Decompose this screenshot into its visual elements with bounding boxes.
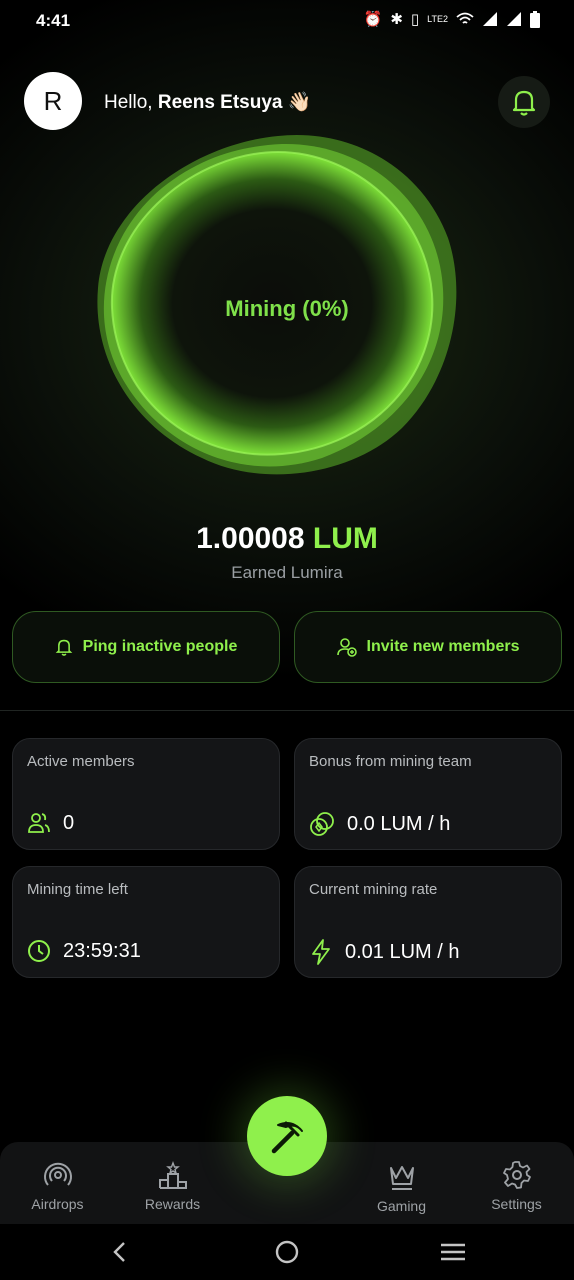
nav-label: Gaming	[376, 1198, 427, 1214]
card-title: Active members	[27, 753, 135, 770]
greeting-prefix: Hello,	[104, 92, 158, 113]
bonus-card: Bonus from mining team 0.0 LUM / h	[294, 738, 562, 850]
greeting: Hello, Reens Etsuya 👋🏻	[104, 90, 311, 114]
ping-inactive-button[interactable]: Ping inactive people	[12, 611, 280, 683]
status-bar: 4:41 ⏰ ✱ ▯ LTE2	[0, 0, 574, 44]
add-user-icon	[336, 638, 357, 657]
coins-icon	[310, 812, 334, 836]
nav-label: Rewards	[144, 1196, 201, 1212]
status-time: 4:41	[36, 11, 71, 30]
system-nav-bar	[0, 1224, 574, 1280]
alarm-icon: ⏰	[363, 11, 383, 28]
notifications-button[interactable]	[498, 76, 550, 128]
back-icon[interactable]	[112, 1241, 128, 1263]
lightning-icon	[312, 939, 330, 965]
status-icons: ⏰ ✱ ▯ LTE2	[364, 10, 540, 28]
mining-rate-card: Current mining rate 0.01 LUM / h	[294, 866, 562, 978]
card-title: Bonus from mining team	[309, 753, 472, 770]
avatar[interactable]: R	[24, 72, 82, 130]
volte-icon: LTE2	[427, 14, 448, 24]
mine-button[interactable]	[247, 1096, 327, 1176]
wifi-icon	[456, 12, 474, 24]
nav-label: Airdrops	[31, 1196, 84, 1212]
bluetooth-icon: ✱	[390, 11, 403, 28]
airdrop-icon	[43, 1162, 72, 1186]
nav-item-gaming[interactable]: Gaming	[344, 1162, 459, 1214]
home-icon[interactable]	[275, 1240, 299, 1264]
invite-members-label: Invite new members	[366, 638, 520, 655]
avatar-letter: R	[43, 85, 63, 116]
users-icon	[28, 813, 50, 833]
signal-icon	[507, 12, 521, 26]
card-value: 23:59:31	[63, 939, 141, 962]
nav-item-airdrops[interactable]: Airdrops	[0, 1160, 115, 1212]
user-name: Reens Etsuya	[157, 92, 283, 113]
chess-queen-icon	[389, 1166, 414, 1190]
card-value: 0.0 LUM / h	[347, 812, 451, 835]
clock-icon	[28, 940, 50, 962]
ping-inactive-label: Ping inactive people	[82, 638, 238, 655]
card-value: 0.01 LUM / h	[345, 940, 460, 963]
battery-icon	[530, 10, 540, 28]
bell-icon	[512, 90, 536, 116]
nav-label: Settings	[491, 1196, 542, 1212]
balance-amount: 1.00008	[196, 522, 305, 555]
vibrate-icon: ▯	[410, 11, 420, 28]
card-title: Mining time left	[27, 881, 128, 898]
signal-icon	[483, 12, 497, 26]
active-members-card: Active members 0	[12, 738, 280, 850]
balance-unit: LUM	[312, 522, 378, 555]
bell-icon	[55, 639, 72, 656]
wave-emoji: 👋🏻	[287, 92, 312, 113]
time-left-card: Mining time left 23:59:31	[12, 866, 280, 978]
nav-item-settings[interactable]: Settings	[459, 1160, 574, 1212]
pickaxe-icon	[271, 1121, 303, 1154]
card-title: Current mining rate	[309, 881, 438, 898]
balance-caption: Earned Lumira	[231, 563, 343, 582]
invite-members-button[interactable]: Invite new members	[294, 611, 562, 683]
menu-icon[interactable]	[441, 1242, 465, 1262]
mining-status: Mining (0%)	[225, 296, 349, 321]
divider	[0, 710, 574, 711]
podium-icon	[158, 1161, 187, 1189]
gear-icon	[502, 1161, 531, 1189]
nav-item-rewards[interactable]: Rewards	[115, 1160, 230, 1212]
balance: 1.00008 LUM	[0, 522, 574, 556]
card-value: 0	[63, 811, 75, 834]
